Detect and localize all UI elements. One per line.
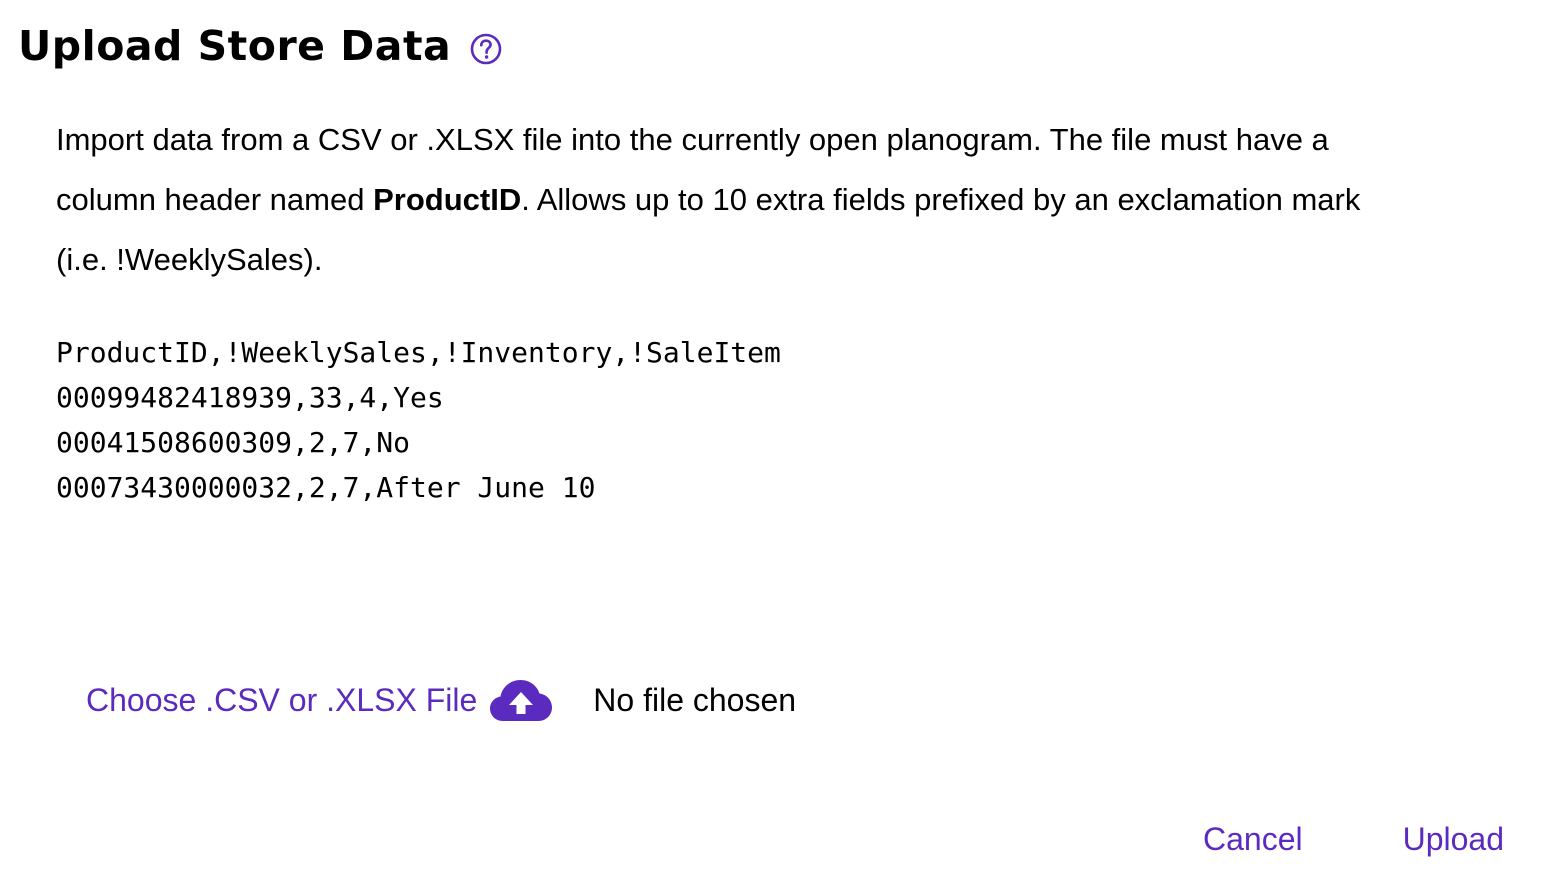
dialog-actions: Cancel Upload [1203, 812, 1504, 866]
sample-csv-block: ProductID,!WeeklySales,!Inventory,!SaleI… [56, 330, 781, 510]
sample-line: 00073430000032,2,7,After June 10 [56, 471, 596, 504]
sample-line: 00099482418939,33,4,Yes [56, 381, 444, 414]
file-picker: Choose .CSV or .XLSX File No file chosen [86, 672, 796, 728]
choose-file-label: Choose .CSV or .XLSX File [86, 681, 478, 718]
cloud-upload-icon [489, 677, 553, 723]
file-status-text: No file chosen [593, 681, 797, 718]
cancel-button[interactable]: Cancel [1203, 812, 1303, 866]
sample-line: ProductID,!WeeklySales,!Inventory,!SaleI… [56, 336, 781, 369]
dialog-header: Upload Store Data [18, 18, 503, 74]
dialog-title: Upload Store Data [18, 22, 452, 70]
choose-file-button[interactable]: Choose .CSV or .XLSX File [86, 677, 553, 723]
upload-button[interactable]: Upload [1403, 812, 1504, 866]
dialog-description: Import data from a CSV or .XLSX file int… [56, 110, 1416, 290]
question-circle-icon[interactable] [469, 32, 503, 66]
sample-line: 00041508600309,2,7,No [56, 426, 411, 459]
description-bold-productid: ProductID [373, 182, 522, 217]
